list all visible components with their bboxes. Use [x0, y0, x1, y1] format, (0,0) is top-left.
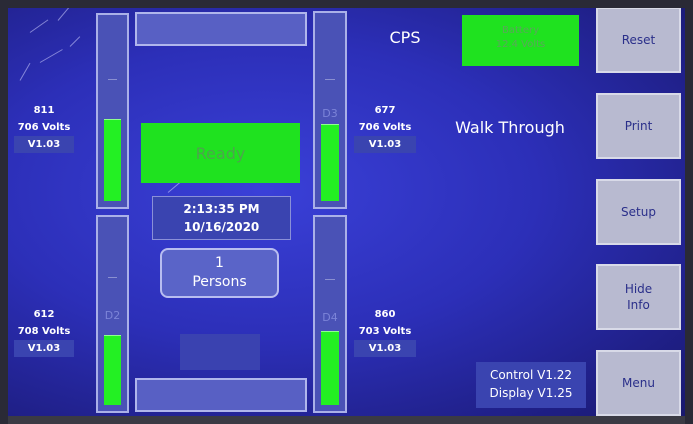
door-d4-count: 860: [374, 309, 396, 320]
gauge-tick: [108, 79, 117, 80]
door-d3-label: D3: [322, 107, 338, 120]
display-version: Display V1.25: [489, 386, 573, 400]
persons-counter-button[interactable]: 1 Persons: [160, 248, 279, 298]
door-d3-gauge: D3: [313, 11, 347, 209]
screen-scratch: [57, 6, 70, 21]
door-d2-label: D2: [104, 309, 121, 322]
door-d1-level-fill: [104, 119, 121, 201]
datetime-display: 2:13:35 PM 10/16/2020: [152, 196, 291, 240]
door-d2-version: V1.03: [14, 340, 74, 357]
door-d3-level-fill: [321, 124, 339, 201]
version-info: Control V1.22 Display V1.25: [476, 362, 586, 408]
screen-scratch: [39, 49, 63, 63]
hide-info-button[interactable]: Hide Info: [596, 264, 681, 330]
door-d4-label: D4: [322, 311, 338, 324]
blank-indicator: [180, 334, 260, 370]
gauge-tick: [325, 79, 335, 80]
bottom-sensor-bar: [135, 378, 307, 412]
control-version: Control V1.22: [489, 368, 573, 382]
status-indicator: Ready: [141, 123, 300, 183]
persons-label: Persons: [192, 274, 247, 290]
door-d2-count: 612: [33, 309, 55, 320]
screen-scratch: [69, 36, 81, 47]
screen-scratch: [19, 62, 31, 81]
door-d3-version: V1.03: [354, 136, 416, 153]
print-button[interactable]: Print: [596, 93, 681, 159]
door-d4-info: 860 703 Volts V1.03: [354, 306, 416, 357]
door-d4-volts: 703 Volts: [358, 326, 412, 337]
door-d3-info: 677 706 Volts V1.03: [354, 102, 416, 153]
door-d4-gauge: D4: [313, 215, 347, 413]
door-d1-info: 811 706 Volts V1.03: [14, 102, 74, 153]
mode-label: Walk Through: [455, 118, 565, 137]
door-d1-gauge: D1: [96, 13, 129, 209]
bezel-top: [0, 0, 693, 8]
time-text: 2:13:35 PM: [183, 202, 260, 216]
door-d1-version: V1.03: [14, 136, 74, 153]
door-d1-count: 811: [33, 105, 55, 116]
door-d4-version: V1.03: [354, 340, 416, 357]
bezel-bottom: [0, 416, 693, 424]
door-d4-level-fill: [321, 331, 339, 405]
app-title: CPS: [389, 28, 421, 47]
persons-count: 1: [215, 255, 224, 271]
door-d2-info: 612 708 Volts V1.03: [14, 306, 74, 357]
door-d3-count: 677: [374, 105, 396, 116]
door-d2-volts: 708 Volts: [17, 326, 71, 337]
battery-label: Battery: [501, 25, 539, 36]
setup-button[interactable]: Setup: [596, 179, 681, 245]
bezel-right: [685, 0, 693, 424]
gauge-tick: [108, 277, 117, 278]
door-d3-volts: 706 Volts: [358, 122, 412, 133]
menu-button[interactable]: Menu: [596, 350, 681, 416]
date-text: 10/16/2020: [183, 220, 260, 234]
door-d1-volts: 706 Volts: [17, 122, 71, 133]
touch-screen: D1 811 706 Volts V1.03 D2 612 708 Volts …: [0, 0, 693, 424]
gauge-tick: [325, 279, 335, 280]
door-d2-level-fill: [104, 335, 121, 405]
top-sensor-bar: [135, 12, 307, 46]
reset-button[interactable]: Reset: [596, 7, 681, 73]
screen-scratch: [29, 19, 49, 33]
door-d2-gauge: D2: [96, 215, 129, 413]
battery-indicator: Battery 12.4 Volts: [462, 15, 579, 66]
bezel-left: [0, 0, 8, 424]
battery-voltage: 12.4 Volts: [495, 39, 546, 50]
